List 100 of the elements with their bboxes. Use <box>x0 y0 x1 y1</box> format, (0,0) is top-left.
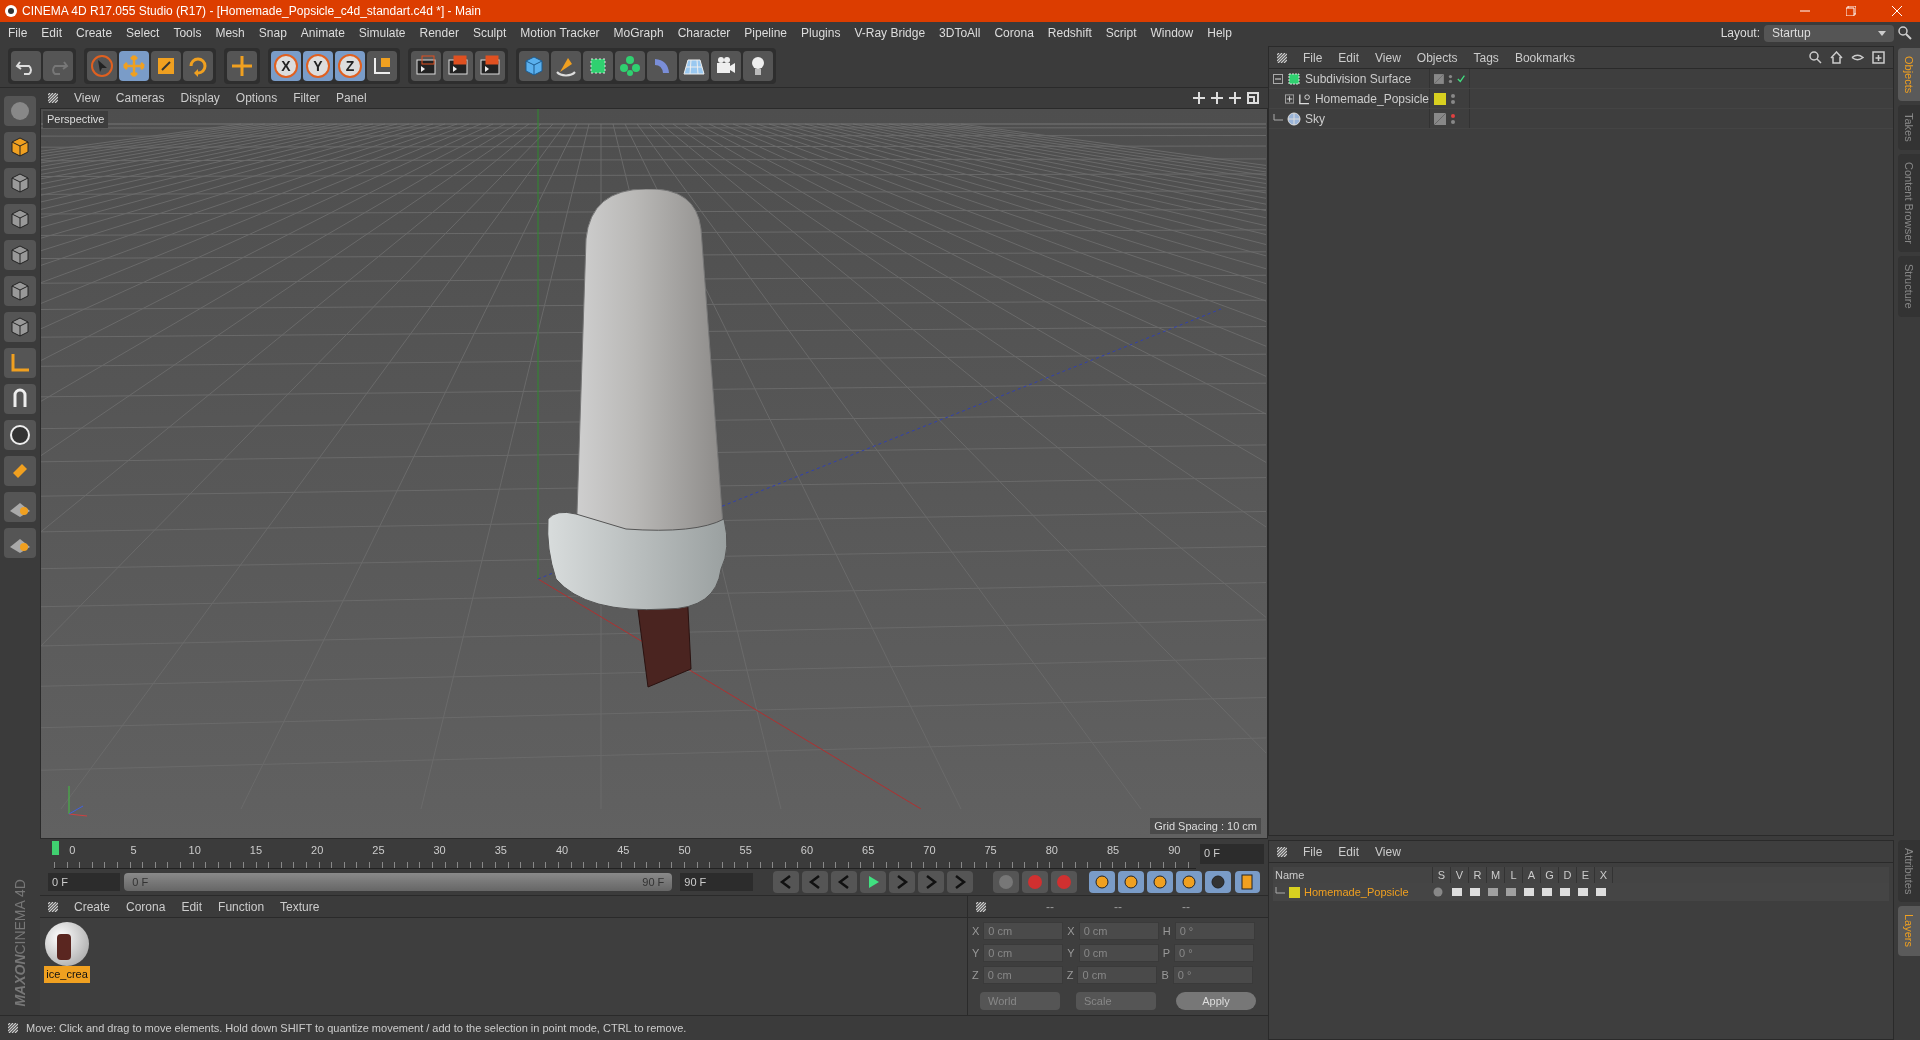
layer-color-swatch[interactable] <box>1289 886 1300 898</box>
texture-mode-icon[interactable] <box>4 168 36 198</box>
axis-lock-button[interactable]: X <box>271 50 301 81</box>
search-icon[interactable] <box>1898 26 1912 40</box>
snap-icon[interactable] <box>4 528 36 558</box>
eye-icon[interactable] <box>1851 51 1864 64</box>
layer-menu-item[interactable]: View <box>1375 842 1401 861</box>
menu-item[interactable]: Script <box>1105 24 1137 42</box>
menu-item[interactable]: Corona <box>994 24 1034 42</box>
move-icon[interactable] <box>119 50 149 81</box>
material-name[interactable]: ice_crea <box>44 966 90 983</box>
coordinate-system-icon[interactable] <box>367 50 397 81</box>
go-to-end-icon[interactable] <box>946 871 973 893</box>
undo-icon[interactable] <box>11 50 41 81</box>
menu-item[interactable]: V-Ray Bridge <box>854 24 926 42</box>
camera-icon[interactable] <box>711 50 741 81</box>
new-panel-icon[interactable] <box>1872 51 1885 64</box>
object-menu-item[interactable]: Tags <box>1473 48 1499 67</box>
move-icon[interactable] <box>227 50 257 81</box>
motion-path-icon[interactable] <box>992 871 1019 893</box>
menu-item[interactable]: Animate <box>300 24 345 42</box>
menu-item[interactable]: Pipeline <box>744 24 788 42</box>
material-menu-item[interactable]: Function <box>218 897 265 916</box>
material-preview-icon[interactable] <box>45 922 89 966</box>
menu-item[interactable]: Edit <box>41 24 63 42</box>
render-view-icon[interactable] <box>411 50 441 81</box>
side-tab[interactable]: Content Browser <box>1898 154 1920 252</box>
axis-mode-icon[interactable] <box>4 348 36 378</box>
tweak-mode-icon[interactable] <box>4 384 36 414</box>
key-parameter-icon[interactable] <box>1175 871 1202 893</box>
menu-item[interactable]: Plugins <box>801 24 841 42</box>
edges-mode-icon[interactable] <box>4 276 36 306</box>
points-mode-icon[interactable] <box>4 240 36 270</box>
zoom-view-icon[interactable] <box>1210 91 1224 105</box>
menu-item[interactable]: Mesh <box>215 24 245 42</box>
object-name[interactable]: Subdivision Surface <box>1305 69 1412 88</box>
grid-lock-icon[interactable] <box>4 492 36 522</box>
rotate-view-icon[interactable] <box>1228 91 1242 105</box>
viewport-menu-item[interactable]: View <box>74 89 100 107</box>
polygons-mode-icon[interactable] <box>4 312 36 342</box>
material-menu-item[interactable]: Edit <box>181 897 203 916</box>
object-menu-item[interactable]: File <box>1303 48 1323 67</box>
layer-color-swatch[interactable] <box>1434 92 1446 105</box>
menu-item[interactable]: Snap <box>258 24 287 42</box>
menu-item[interactable]: Render <box>419 24 459 42</box>
checkmark-icon[interactable] <box>1456 73 1465 84</box>
viewport-menu-item[interactable]: Cameras <box>115 89 165 107</box>
model-mode-icon[interactable] <box>4 132 36 162</box>
light-bulb-icon[interactable] <box>743 50 773 81</box>
previous-key-icon[interactable] <box>801 871 828 893</box>
timeline-icon[interactable] <box>1234 871 1260 893</box>
magnet-icon[interactable] <box>4 456 36 486</box>
playhead-marker[interactable] <box>52 841 59 855</box>
start-frame-field[interactable]: 0 F <box>48 873 121 891</box>
play-icon[interactable] <box>859 871 886 893</box>
axis-lock-button[interactable]: Z <box>335 50 365 81</box>
material-menu-item[interactable]: Texture <box>280 897 320 916</box>
visibility-dots-icon[interactable] <box>1450 91 1456 106</box>
material-menu-item[interactable]: Corona <box>126 897 166 916</box>
viewport-menu-item[interactable]: Options <box>235 89 278 107</box>
menu-item[interactable]: Help <box>1207 24 1232 42</box>
menu-item[interactable]: 3DToAll <box>939 24 981 42</box>
bend-deformer-icon[interactable] <box>647 50 677 81</box>
visibility-dots-icon[interactable] <box>1450 111 1456 126</box>
viewport-menu-item[interactable]: Display <box>180 89 220 107</box>
key-rotation-icon[interactable] <box>1146 871 1173 893</box>
menu-item[interactable]: Sculpt <box>472 24 507 42</box>
object-name[interactable]: Sky <box>1305 109 1325 128</box>
object-menu-item[interactable]: Edit <box>1338 48 1360 67</box>
object-menu-item[interactable]: View <box>1375 48 1401 67</box>
expand-icon[interactable] <box>1285 93 1295 104</box>
menu-item[interactable]: MoGraph <box>613 24 664 42</box>
pen-icon[interactable] <box>551 50 581 81</box>
workplane-icon[interactable] <box>4 204 36 234</box>
viewport-menu-item[interactable]: Filter <box>293 89 320 107</box>
floor-grid-icon[interactable] <box>679 50 709 81</box>
search-icon[interactable] <box>1809 51 1822 64</box>
menu-item[interactable]: File <box>8 24 28 42</box>
menu-item[interactable]: Window <box>1150 24 1194 42</box>
object-name[interactable]: Homemade_Popsicle <box>1314 89 1429 108</box>
menu-item[interactable]: Create <box>76 24 113 42</box>
key-scale-icon[interactable] <box>1117 871 1144 893</box>
layer-menu-item[interactable]: File <box>1303 842 1323 861</box>
rotate-icon[interactable] <box>183 50 213 81</box>
pan-view-icon[interactable] <box>1192 91 1206 105</box>
next-key-icon[interactable] <box>917 871 944 893</box>
side-tab[interactable]: Attributes <box>1898 840 1920 903</box>
axis-lock-button[interactable]: Y <box>303 50 333 81</box>
maximize-view-icon[interactable] <box>1246 91 1260 105</box>
key-position-icon[interactable] <box>1088 871 1115 893</box>
menu-item[interactable]: Select <box>126 24 160 42</box>
scale-icon[interactable] <box>151 50 181 81</box>
timeline-ruler[interactable]: 0 5 10 15 20 25 30 35 40 45 50 55 60 65 70 75 80 85 90 <box>54 839 1196 869</box>
home-icon[interactable] <box>1830 51 1843 64</box>
object-menu-item[interactable]: Bookmarks <box>1514 48 1575 67</box>
current-frame-field[interactable]: 0 F <box>1200 844 1264 864</box>
side-tab[interactable]: Structure <box>1898 256 1920 317</box>
cloner-icon[interactable] <box>615 50 645 81</box>
layout-dropdown[interactable]: Startup <box>1764 24 1894 42</box>
render-settings-icon[interactable] <box>475 50 505 81</box>
